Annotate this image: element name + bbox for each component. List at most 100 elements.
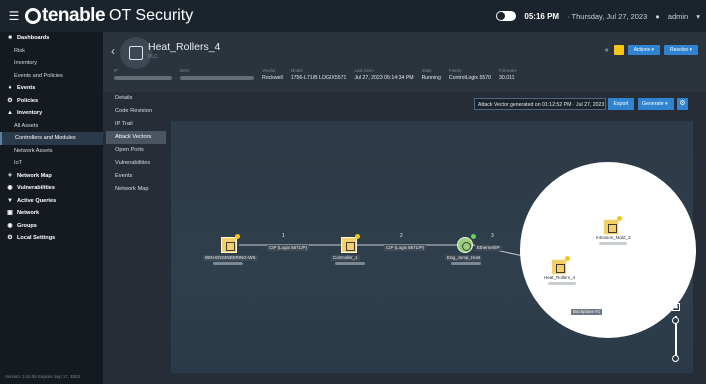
backplane-label: Backplane #1: [571, 309, 603, 315]
network-map-icon: ✧: [7, 172, 13, 179]
status-dot: [355, 234, 360, 239]
sidebar-item-vulnerabilities[interactable]: ◉ Vulnerabilities: [0, 182, 103, 195]
flag-button[interactable]: [613, 45, 624, 55]
asset-node[interactable]: [341, 237, 357, 253]
link-label: CIP (Logix 5571/P): [384, 245, 426, 251]
sidebar-nav: ■ Dashboards Risk Inventory Events and Polic…: [0, 32, 103, 245]
sidebar-item-network[interactable]: ▣ Network: [0, 207, 103, 220]
sidebar-item-active-queries[interactable]: ▼ Active Queries: [0, 195, 103, 208]
prop-last-seen: Last Seen Jul 27, 2023 05:14:34 PM: [354, 68, 414, 81]
sidebar-item-label: Dashboards: [17, 35, 50, 41]
hamburger-icon[interactable]: ☰: [3, 9, 25, 23]
dashboard-icon: ■: [8, 35, 12, 41]
asset-node[interactable]: [221, 237, 237, 253]
sidebar-item-label: Controllers and Modules: [15, 135, 76, 141]
node-ip: [335, 262, 365, 265]
subnav-network-map[interactable]: Network Map: [106, 183, 166, 196]
back-chevron-icon[interactable]: ‹: [111, 44, 115, 58]
gear-icon[interactable]: ⚙: [677, 98, 688, 110]
inventory-icon: ▲: [7, 110, 13, 116]
fit-view-icon[interactable]: ▣: [672, 303, 680, 311]
step-number: 2: [400, 233, 403, 239]
sidebar-item-local-settings[interactable]: ⚙ Local Settings: [0, 232, 103, 245]
sidebar-item-label: Vulnerabilities: [17, 185, 56, 191]
sidebar-item-dashboards[interactable]: ■ Dashboards: [0, 32, 103, 45]
node-label: Controller_1: [331, 255, 360, 261]
sidebar-item-label: Events: [17, 85, 36, 91]
status-dot: [617, 216, 622, 221]
zoom-handle[interactable]: [672, 355, 679, 362]
target-highlight-circle: [520, 162, 696, 338]
sidebar-item-risk[interactable]: Risk: [0, 45, 103, 58]
sidebar: ■ Dashboards Risk Inventory Events and Polic…: [0, 32, 103, 384]
node-label: Intrusion_Mold_3: [596, 235, 631, 240]
collapse-icon[interactable]: «: [605, 47, 609, 54]
gear-icon: ⚙: [7, 97, 13, 104]
user-icon[interactable]: ●: [655, 12, 660, 21]
sidebar-item-label: Events and Policies: [14, 72, 63, 79]
prop-vendor: Vendor Rockwell: [262, 68, 283, 81]
step-number: 1: [282, 233, 285, 239]
subnav-events[interactable]: Events: [106, 170, 166, 183]
sidebar-item-controllers-and-modules[interactable]: Controllers and Modules: [0, 132, 103, 145]
clock-time: 05:16 PM: [524, 11, 560, 21]
prop-family: Family ControlLogix 5570: [448, 68, 491, 81]
sidebar-item-label: Risk: [14, 47, 25, 54]
node-ip: [599, 242, 627, 245]
sidebar-item-all-assets[interactable]: All Assets: [0, 120, 103, 133]
subnav-details[interactable]: Details: [106, 92, 166, 105]
theme-toggle[interactable]: [496, 11, 517, 21]
node-ip: [451, 262, 481, 265]
target-node[interactable]: [551, 259, 567, 275]
sidebar-item-groups[interactable]: ◉ Groups: [0, 220, 103, 233]
sidebar-item-inventory[interactable]: ▲ Inventory: [0, 107, 103, 120]
sidebar-item-label: All Assets: [14, 122, 39, 129]
sidebar-item-network-assets[interactable]: Network Assets: [0, 145, 103, 158]
resolve-button[interactable]: Resolve ▾: [664, 45, 698, 55]
sidebar-item-label: Inventory: [14, 60, 38, 66]
sidebar-item-label: Inventory: [17, 110, 43, 116]
attack-vector-map[interactable]: 1 2 3 CIP (Logix 5571/P) CIP (Logix 5571…: [171, 121, 696, 373]
sidebar-item-label: IoT: [14, 160, 23, 166]
sidebar-item-network-map[interactable]: ✧ Network Map: [0, 170, 103, 183]
subnav-open-ports[interactable]: Open Ports: [106, 144, 166, 157]
sidebar-item-label: Network Map: [17, 172, 52, 179]
link-label: CIP (Logix 5571/P): [267, 245, 309, 251]
node-ip: [548, 282, 576, 285]
actions-button[interactable]: Actions ▾: [627, 45, 661, 55]
sidebar-item-label: Groups: [17, 222, 37, 229]
clock-date: · Thursday, Jul 27, 2023: [567, 11, 648, 21]
chevron-down-icon[interactable]: ▾: [696, 12, 700, 21]
subnav-ip-trail[interactable]: IP Trail: [106, 118, 166, 131]
asset-node[interactable]: [603, 219, 619, 235]
sidebar-item-events-and-policies[interactable]: Events and Policies: [0, 70, 103, 83]
export-button[interactable]: Export: [608, 98, 634, 110]
zoom-in-knob[interactable]: [672, 317, 679, 324]
sidebar-item-label: Policies: [17, 97, 39, 104]
device-type: PLC: [148, 54, 158, 60]
asset-node[interactable]: [457, 237, 473, 253]
sidebar-item-iot[interactable]: IoT: [0, 157, 103, 170]
tenable-logo: tenable: [25, 5, 106, 27]
pan-control-icon[interactable]: ✥: [667, 281, 685, 299]
user-menu[interactable]: admin: [668, 12, 688, 21]
license-footer: Version: 3.16.55 Expires Sep 17, 2023: [5, 374, 80, 379]
sidebar-item-policies[interactable]: ⚙ Policies: [0, 95, 103, 108]
prop-state: State Running: [421, 68, 441, 81]
subnav-code-revision[interactable]: Code Revision: [106, 105, 166, 118]
subnav-attack-vectors[interactable]: Attack Vectors: [106, 131, 166, 144]
node-label: WIN-ENGINEERING-WS: [203, 255, 258, 261]
network-icon: ▣: [7, 210, 13, 216]
prop-mac: MAC: [180, 68, 254, 81]
asset-header: ‹ Heat_Rollers_4 PLC « Actions ▾ Resolve…: [103, 32, 706, 92]
status-dot: [235, 234, 240, 239]
sidebar-item-label: Network Assets: [14, 147, 53, 154]
sidebar-item-label: Network: [17, 210, 40, 216]
device-name: Heat_Rollers_4: [148, 41, 221, 53]
sidebar-item-events[interactable]: ♦ Events: [0, 82, 103, 95]
subnav-vulnerabilities[interactable]: Vulnerabilities: [106, 157, 166, 170]
prop-firmware: Firmware 30.011: [499, 68, 517, 81]
generate-button[interactable]: Generate ▾: [638, 98, 674, 110]
sidebar-item-inventory[interactable]: Inventory: [0, 57, 103, 70]
bug-icon: ◉: [7, 185, 13, 191]
